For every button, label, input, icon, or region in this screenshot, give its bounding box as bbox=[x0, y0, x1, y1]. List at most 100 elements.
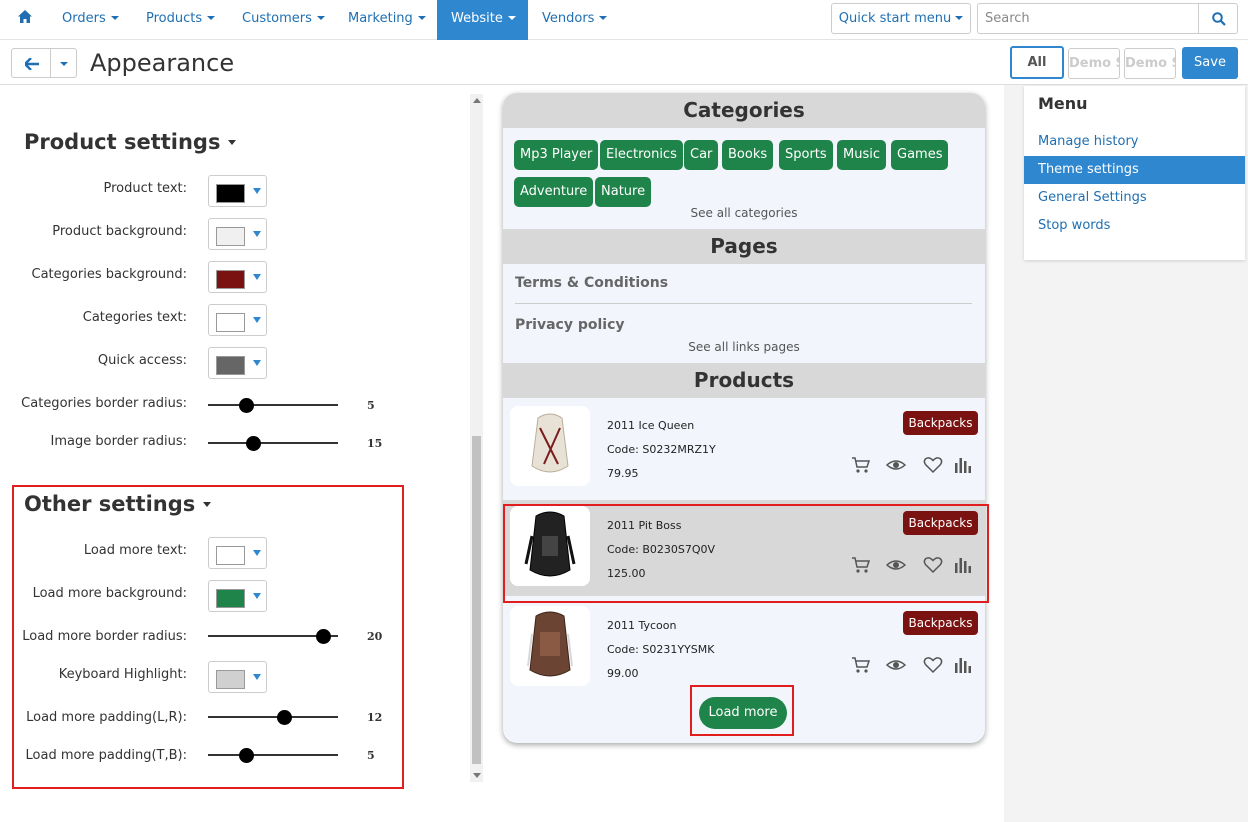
nav-marketing[interactable]: Marketing bbox=[338, 0, 436, 40]
chevron-down-icon bbox=[253, 274, 261, 280]
product-name[interactable]: 2011 Tycoon bbox=[607, 619, 677, 632]
search-icon bbox=[1212, 12, 1226, 26]
categories-text-label: Categories text: bbox=[82, 310, 187, 325]
divider bbox=[515, 303, 972, 304]
category-pill[interactable]: Electronics bbox=[600, 140, 683, 170]
cart-icon[interactable] bbox=[851, 656, 871, 674]
compare-icon[interactable] bbox=[953, 656, 973, 674]
highlight-box-product bbox=[503, 504, 989, 603]
menu-item-manage-history[interactable]: Manage history bbox=[1024, 128, 1245, 156]
see-all-categories-link[interactable]: See all categories bbox=[503, 206, 985, 220]
top-navigation: Orders Products Customers Marketing Webs… bbox=[0, 0, 1248, 40]
chevron-down-icon bbox=[253, 231, 261, 237]
heart-icon[interactable] bbox=[923, 456, 943, 474]
slider-thumb[interactable] bbox=[239, 398, 255, 413]
category-pill[interactable]: Adventure bbox=[514, 177, 594, 207]
product-settings-title: Product settings bbox=[24, 130, 221, 154]
back-button[interactable] bbox=[11, 48, 51, 78]
color-swatch bbox=[216, 356, 245, 375]
category-pill[interactable]: Games bbox=[891, 140, 949, 170]
quick-start-label: Quick start menu bbox=[838, 11, 952, 26]
chevron-down-icon bbox=[60, 62, 68, 66]
category-pill[interactable]: Mp3 Player bbox=[514, 140, 599, 170]
quick-access-color-picker[interactable] bbox=[208, 347, 267, 379]
chevron-down-icon bbox=[955, 16, 964, 20]
page-link-terms[interactable]: Terms & Conditions bbox=[515, 275, 668, 291]
product-background-label: Product background: bbox=[52, 224, 187, 239]
color-swatch bbox=[216, 270, 245, 289]
store-button-1[interactable]: Demo Store bbox=[1068, 48, 1120, 79]
eye-icon[interactable] bbox=[886, 656, 906, 674]
category-badge[interactable]: Backpacks bbox=[903, 411, 978, 435]
see-all-pages-link[interactable]: See all links pages bbox=[503, 340, 985, 354]
menu-item-stop-words[interactable]: Stop words bbox=[1024, 212, 1245, 240]
nav-vendors[interactable]: Vendors bbox=[532, 0, 617, 40]
chevron-down-icon bbox=[599, 16, 608, 20]
page-link-privacy[interactable]: Privacy policy bbox=[515, 317, 625, 333]
category-pill[interactable]: Nature bbox=[595, 177, 652, 207]
nav-marketing-label: Marketing bbox=[348, 11, 413, 26]
category-badge[interactable]: Backpacks bbox=[903, 611, 978, 635]
nav-orders[interactable]: Orders bbox=[52, 0, 129, 40]
product-name[interactable]: 2011 Ice Queen bbox=[607, 419, 694, 432]
side-menu: Menu Manage history Theme settings Gener… bbox=[1024, 86, 1245, 260]
history-dropdown[interactable] bbox=[50, 48, 77, 78]
nav-website[interactable]: Website bbox=[437, 0, 528, 40]
settings-scrollbar[interactable] bbox=[470, 94, 483, 782]
chevron-down-icon bbox=[253, 188, 261, 194]
menu-item-theme-settings[interactable]: Theme settings bbox=[1024, 156, 1245, 184]
nav-products[interactable]: Products bbox=[136, 0, 225, 40]
nav-orders-label: Orders bbox=[62, 11, 106, 26]
product-settings-heading[interactable]: Product settings bbox=[24, 130, 237, 154]
category-pill[interactable]: Music bbox=[837, 140, 886, 170]
product-price: 79.95 bbox=[607, 467, 639, 480]
theme-preview: Categories Mp3 Player Electronics Car Bo… bbox=[503, 93, 985, 743]
product-text-label: Product text: bbox=[103, 181, 187, 196]
scrollbar-thumb[interactable] bbox=[472, 436, 481, 764]
quick-start-menu-button[interactable]: Quick start menu bbox=[831, 3, 971, 34]
categories-background-color-picker[interactable] bbox=[208, 261, 267, 293]
product-background-color-picker[interactable] bbox=[208, 218, 267, 250]
pages-heading: Pages bbox=[503, 229, 985, 264]
category-pill[interactable]: Car bbox=[684, 140, 719, 170]
compare-icon[interactable] bbox=[953, 456, 973, 474]
nav-vendors-label: Vendors bbox=[542, 11, 595, 26]
all-stores-button[interactable]: All bbox=[1010, 46, 1064, 79]
save-button[interactable]: Save bbox=[1182, 47, 1238, 79]
page-title: Appearance bbox=[90, 49, 235, 77]
scroll-up-arrow-icon[interactable] bbox=[473, 98, 481, 103]
categories-text-color-picker[interactable] bbox=[208, 304, 267, 336]
product-image bbox=[510, 406, 590, 486]
categories-heading: Categories bbox=[503, 93, 985, 128]
search-button[interactable] bbox=[1198, 3, 1238, 34]
categories-border-radius-slider[interactable] bbox=[208, 397, 338, 413]
search-input[interactable] bbox=[977, 3, 1199, 34]
eye-icon[interactable] bbox=[886, 456, 906, 474]
product-card[interactable]: 2011 Tycoon Code: S0231YYSMK 99.00 Backp… bbox=[503, 600, 985, 696]
slider-track bbox=[208, 404, 338, 406]
store-button-2[interactable]: Demo Store bbox=[1124, 48, 1176, 79]
highlight-box-load-more bbox=[690, 685, 794, 736]
scroll-down-arrow-icon[interactable] bbox=[473, 773, 481, 778]
arrow-left-icon bbox=[25, 58, 39, 70]
nav-customers[interactable]: Customers bbox=[232, 0, 335, 40]
product-card[interactable]: 2011 Ice Queen Code: S0232MRZ1Y 79.95 Ba… bbox=[503, 400, 985, 496]
heart-icon[interactable] bbox=[923, 656, 943, 674]
product-code: Code: S0231YYSMK bbox=[607, 643, 715, 656]
chevron-down-icon bbox=[228, 140, 237, 145]
product-text-color-picker[interactable] bbox=[208, 175, 267, 207]
menu-item-general-settings[interactable]: General Settings bbox=[1024, 184, 1245, 212]
highlight-box-other-settings bbox=[12, 485, 404, 789]
category-pill[interactable]: Sports bbox=[779, 140, 833, 170]
chevron-down-icon bbox=[253, 317, 261, 323]
home-icon[interactable] bbox=[8, 0, 42, 40]
quick-access-label: Quick access: bbox=[97, 353, 187, 368]
product-code: Code: S0232MRZ1Y bbox=[607, 443, 716, 456]
product-image bbox=[510, 606, 590, 686]
chevron-down-icon bbox=[507, 16, 516, 20]
page-header: Appearance All Demo Store Demo Store Sav… bbox=[0, 41, 1248, 85]
image-border-radius-slider[interactable] bbox=[208, 435, 338, 451]
cart-icon[interactable] bbox=[851, 456, 871, 474]
category-pill[interactable]: Books bbox=[722, 140, 774, 170]
slider-thumb[interactable] bbox=[245, 436, 261, 451]
